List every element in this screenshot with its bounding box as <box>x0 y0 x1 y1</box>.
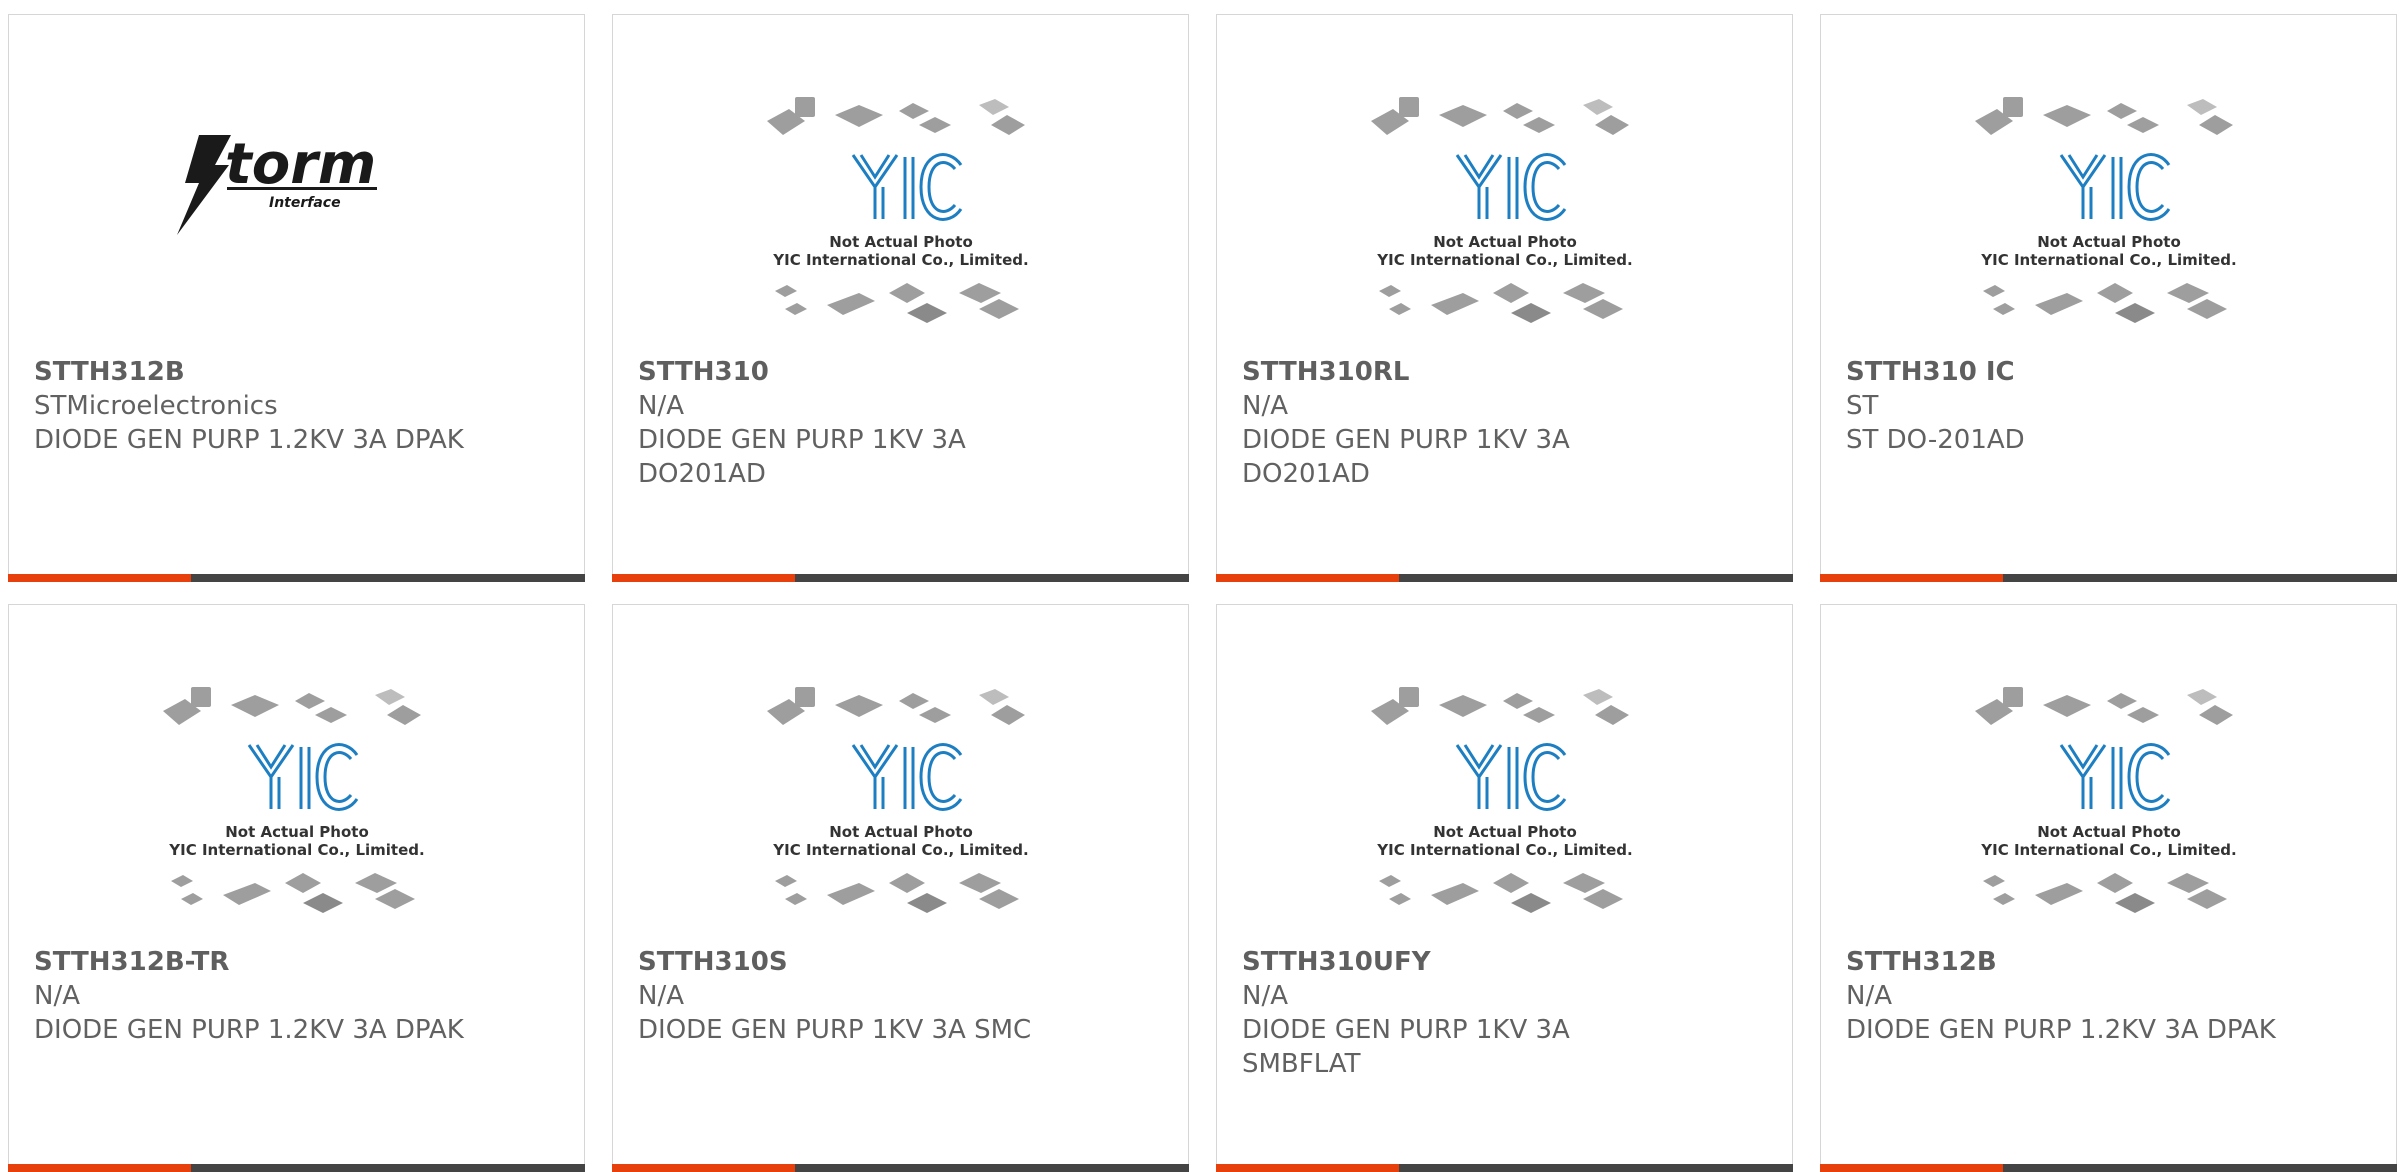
manufacturer: N/A <box>1242 391 1288 421</box>
card-accent-bar <box>1216 574 1399 582</box>
not-actual-photo-image: Not Actual Photo YIC International Co., … <box>763 95 1039 355</box>
card-bottom-bar <box>8 574 585 582</box>
description: DIODE GEN PURP 1.2KV 3A DPAK <box>1846 1015 2276 1045</box>
storm-interface-logo: torm Interface <box>169 125 419 245</box>
product-info: STTH310S N/A DIODE GEN PURP 1KV 3A SMC <box>638 945 1168 1047</box>
not-actual-photo-image: Not Actual Photo YIC International Co., … <box>1367 685 1643 945</box>
description: DIODE GEN PURP 1KV 3A SMC <box>638 1015 1032 1045</box>
description: DIODE GEN PURP 1.2KV 3A DPAK <box>34 1015 464 1045</box>
not-actual-photo-image: Not Actual Photo YIC International Co., … <box>159 685 435 945</box>
part-number-link[interactable]: STTH312B-TR <box>34 945 564 979</box>
description-line2: DO201AD <box>638 459 766 489</box>
svg-text:Interface: Interface <box>269 195 341 211</box>
product-info: STTH310 IC ST ST DO-201AD <box>1846 355 2376 457</box>
product-card[interactable]: Not Actual Photo YIC International Co., … <box>8 604 585 1172</box>
part-number-link[interactable]: STTH312B <box>34 355 564 389</box>
part-number-link[interactable]: STTH312B <box>1846 945 2376 979</box>
manufacturer: N/A <box>1846 981 1892 1011</box>
svg-text:Not Actual Photo: Not Actual Photo <box>1433 823 1577 841</box>
card-accent-bar <box>612 574 795 582</box>
svg-text:YIC International Co., Limited: YIC International Co., Limited. <box>1980 841 2236 859</box>
product-info: STTH310RL N/A DIODE GEN PURP 1KV 3A DO20… <box>1242 355 1772 491</box>
svg-text:Not Actual Photo: Not Actual Photo <box>2037 823 2181 841</box>
svg-text:YIC International Co., Limited: YIC International Co., Limited. <box>1980 251 2236 269</box>
svg-text:YIC International Co., Limited: YIC International Co., Limited. <box>1376 251 1632 269</box>
card-accent-bar <box>1820 1164 2003 1172</box>
not-actual-photo-image: Not Actual Photo YIC International Co., … <box>1971 685 2247 945</box>
part-number-link[interactable]: STTH310UFY <box>1242 945 1772 979</box>
description: DIODE GEN PURP 1.2KV 3A DPAK <box>34 425 464 455</box>
product-card[interactable]: torm Interface STTH312B STMicroelectroni… <box>8 14 585 582</box>
product-info: STTH312B N/A DIODE GEN PURP 1.2KV 3A DPA… <box>1846 945 2376 1047</box>
svg-text:Not Actual Photo: Not Actual Photo <box>829 823 973 841</box>
card-accent-bar <box>1820 574 2003 582</box>
product-info: STTH312B-TR N/A DIODE GEN PURP 1.2KV 3A … <box>34 945 564 1047</box>
card-accent-bar <box>8 1164 191 1172</box>
not-actual-photo-image: Not Actual Photo YIC International Co., … <box>1367 95 1643 355</box>
manufacturer: N/A <box>638 391 684 421</box>
manufacturer: ST <box>1846 391 1879 421</box>
product-info: STTH312B STMicroelectronics DIODE GEN PU… <box>34 355 564 457</box>
part-number-link[interactable]: STTH310RL <box>1242 355 1772 389</box>
product-info: STTH310 N/A DIODE GEN PURP 1KV 3A DO201A… <box>638 355 1168 491</box>
card-accent-bar <box>8 574 191 582</box>
product-card[interactable]: Not Actual Photo YIC International Co., … <box>1216 604 1793 1172</box>
part-number-link[interactable]: STTH310S <box>638 945 1168 979</box>
svg-text:YIC International Co., Limited: YIC International Co., Limited. <box>168 841 424 859</box>
description: DIODE GEN PURP 1KV 3A <box>638 425 966 455</box>
manufacturer: N/A <box>1242 981 1288 1011</box>
svg-text:YIC International Co., Limited: YIC International Co., Limited. <box>772 841 1028 859</box>
description: ST DO-201AD <box>1846 425 2025 455</box>
card-bottom-bar <box>1216 574 1793 582</box>
svg-text:YIC International Co., Limited: YIC International Co., Limited. <box>772 251 1028 269</box>
description: DIODE GEN PURP 1KV 3A <box>1242 1015 1570 1045</box>
svg-text:Not Actual Photo: Not Actual Photo <box>225 823 369 841</box>
card-bottom-bar <box>612 574 1189 582</box>
product-card[interactable]: Not Actual Photo YIC International Co., … <box>1820 604 2397 1172</box>
svg-text:YIC International Co., Limited: YIC International Co., Limited. <box>1376 841 1632 859</box>
not-actual-photo-image: Not Actual Photo YIC International Co., … <box>763 685 1039 945</box>
card-bottom-bar <box>1820 1164 2397 1172</box>
not-actual-photo-image: Not Actual Photo YIC International Co., … <box>1971 95 2247 355</box>
manufacturer: N/A <box>34 981 80 1011</box>
product-card[interactable]: Not Actual Photo YIC International Co., … <box>612 14 1189 582</box>
part-number-link[interactable]: STTH310 IC <box>1846 355 2376 389</box>
product-info: STTH310UFY N/A DIODE GEN PURP 1KV 3A SMB… <box>1242 945 1772 1081</box>
part-number-link[interactable]: STTH310 <box>638 355 1168 389</box>
description-line2: SMBFLAT <box>1242 1049 1361 1079</box>
card-bottom-bar <box>612 1164 1189 1172</box>
svg-text:Not Actual Photo: Not Actual Photo <box>829 233 973 251</box>
card-accent-bar <box>1216 1164 1399 1172</box>
card-accent-bar <box>612 1164 795 1172</box>
svg-text:Not Actual Photo: Not Actual Photo <box>2037 233 2181 251</box>
description: DIODE GEN PURP 1KV 3A <box>1242 425 1570 455</box>
card-bottom-bar <box>1820 574 2397 582</box>
product-card[interactable]: Not Actual Photo YIC International Co., … <box>612 604 1189 1172</box>
card-bottom-bar <box>1216 1164 1793 1172</box>
manufacturer: N/A <box>638 981 684 1011</box>
svg-text:Not Actual Photo: Not Actual Photo <box>1433 233 1577 251</box>
product-card[interactable]: Not Actual Photo YIC International Co., … <box>1820 14 2397 582</box>
description-line2: DO201AD <box>1242 459 1370 489</box>
card-bottom-bar <box>8 1164 585 1172</box>
product-card[interactable]: Not Actual Photo YIC International Co., … <box>1216 14 1793 582</box>
manufacturer: STMicroelectronics <box>34 391 278 421</box>
